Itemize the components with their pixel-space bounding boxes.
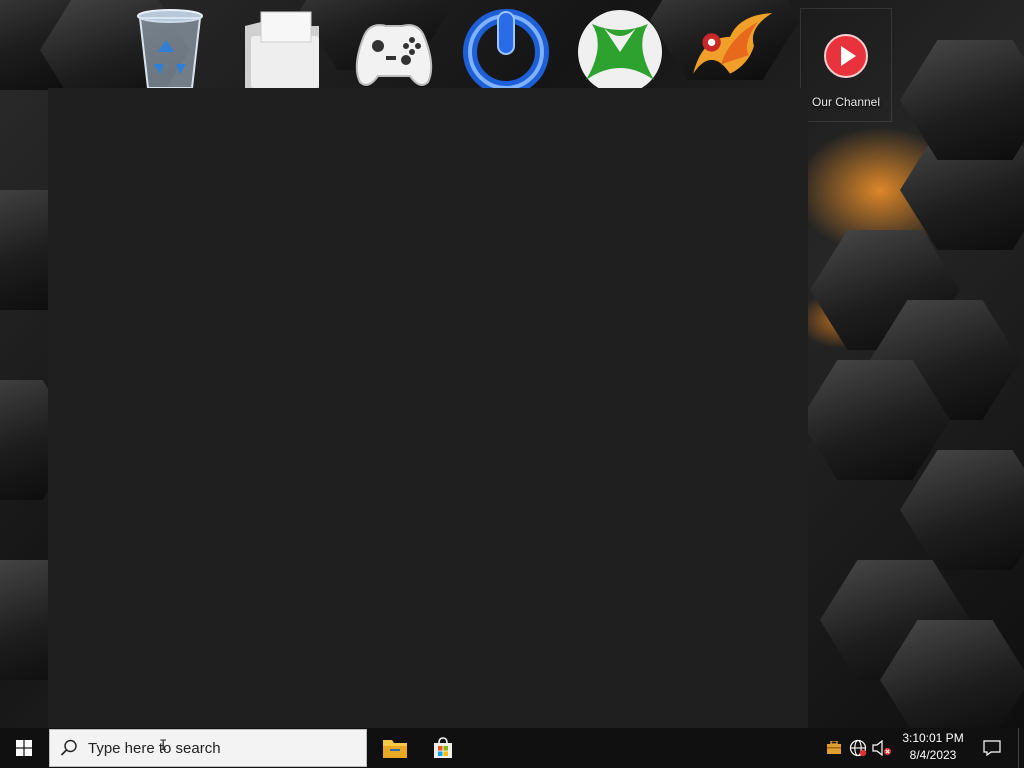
start-button[interactable] — [0, 728, 48, 768]
phoenix-shortcut[interactable] — [684, 6, 776, 88]
file-explorer-button[interactable] — [371, 728, 419, 768]
clock[interactable]: 3:10:01 PM 8/4/2023 — [896, 730, 970, 766]
microsoft-store-icon — [434, 737, 452, 758]
recycle-bin-icon — [137, 9, 203, 88]
network-icon — [849, 739, 867, 757]
clock-time: 3:10:01 PM — [902, 731, 964, 745]
file-explorer-icon — [383, 740, 407, 758]
search-box[interactable]: Type here to search I — [49, 729, 367, 767]
volume-muted-icon — [872, 740, 892, 756]
play-icon — [824, 34, 868, 78]
briefcase-icon — [827, 741, 841, 754]
notification-icon — [983, 740, 1001, 756]
microsoft-store-button[interactable] — [419, 728, 467, 768]
phoenix-icon — [693, 12, 773, 74]
clock-date: 8/4/2023 — [909, 748, 957, 762]
search-icon — [50, 739, 88, 757]
search-input[interactable]: Type here to search — [88, 740, 221, 757]
xbox-icon — [578, 10, 662, 88]
our-channel-label: Our Channel — [811, 95, 881, 109]
taskbar: Type here to search I 3:10:01 PM 8/4/202… — [0, 728, 1024, 768]
briefcase-tray-button[interactable] — [824, 738, 844, 758]
network-tray-button[interactable] — [848, 738, 868, 758]
blank-window[interactable] — [48, 88, 808, 728]
text-cursor-icon: I — [159, 738, 168, 754]
power-shortcut[interactable] — [460, 6, 552, 88]
folder-shortcut[interactable] — [236, 6, 328, 88]
folder-icon — [245, 11, 319, 88]
gamepad-shortcut[interactable] — [348, 6, 440, 88]
gamepad-icon — [355, 24, 433, 86]
power-icon — [463, 9, 549, 88]
volume-tray-button[interactable] — [872, 738, 892, 758]
our-channel-shortcut[interactable]: Our Channel — [800, 8, 892, 122]
wallpaper-hex — [900, 40, 1024, 160]
recycle-bin-shortcut[interactable] — [124, 6, 216, 88]
windows-logo-icon — [16, 740, 32, 756]
desktop-background: Our Channel — [0, 0, 1024, 768]
action-center-button[interactable] — [978, 728, 1006, 768]
show-desktop-button[interactable] — [1018, 728, 1024, 768]
xbox-shortcut[interactable] — [574, 6, 666, 88]
